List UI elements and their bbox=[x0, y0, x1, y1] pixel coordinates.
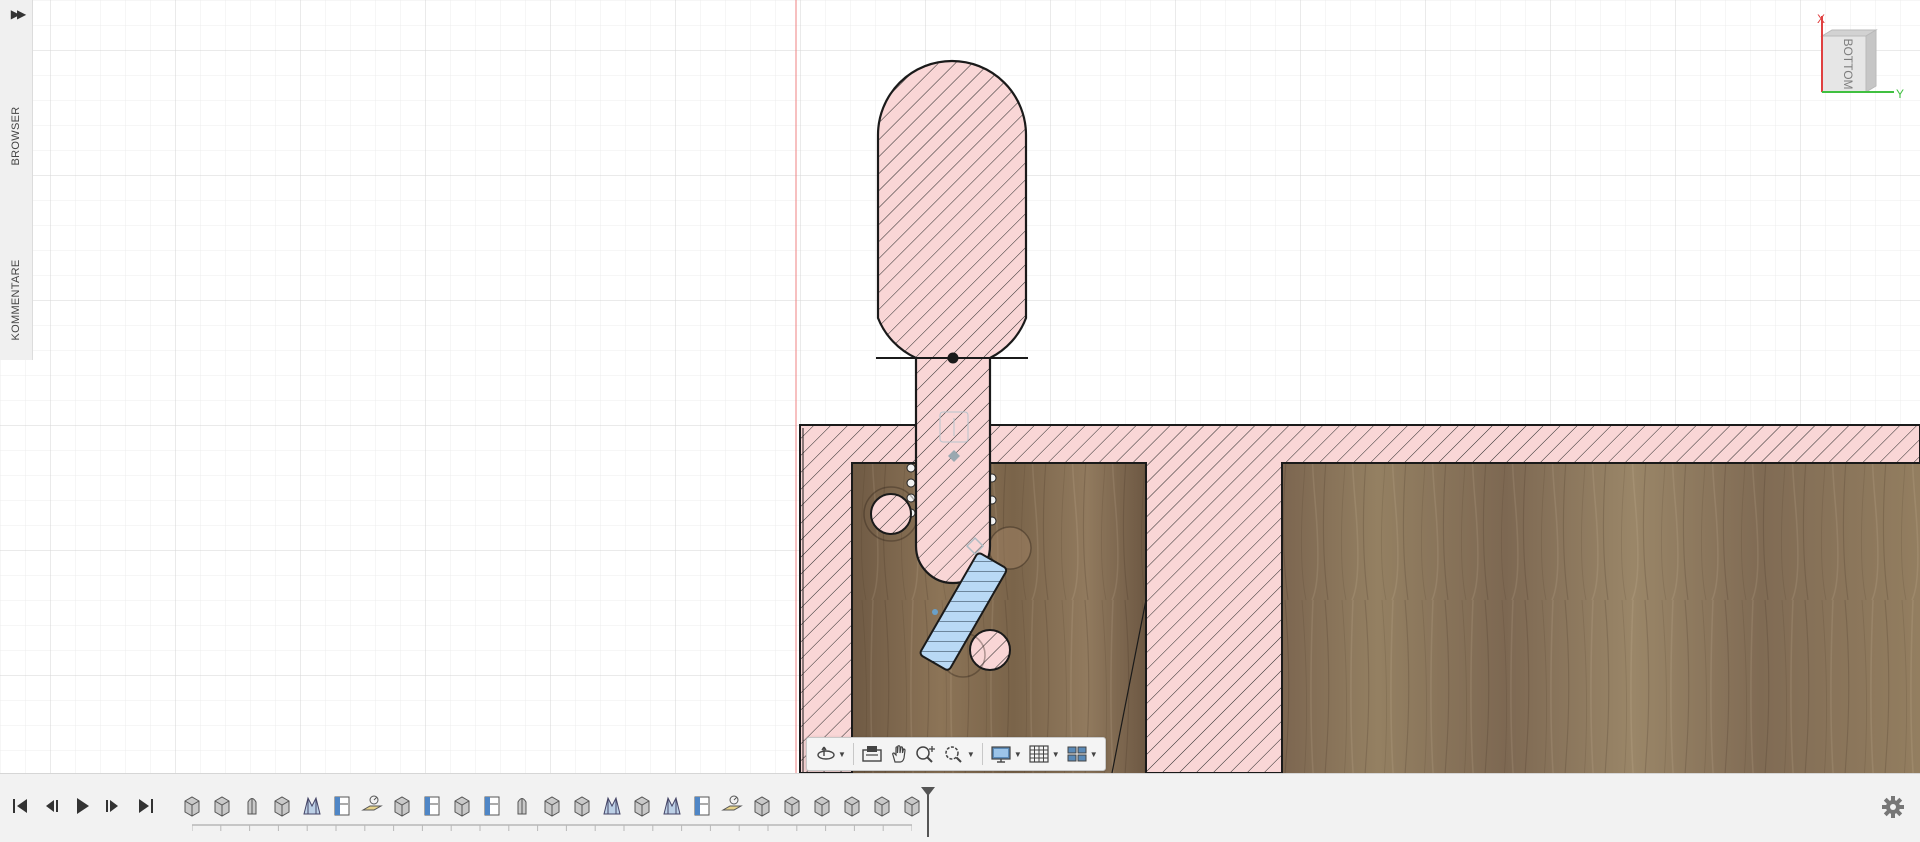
timeline-feature-extrude-icon[interactable] bbox=[630, 792, 654, 820]
zoom-window-button[interactable]: ▼ bbox=[940, 741, 978, 767]
timeline-feature-revolve-icon[interactable] bbox=[510, 792, 534, 820]
viewports-icon bbox=[1067, 746, 1087, 762]
timeline-feature-loft-icon[interactable] bbox=[300, 792, 324, 820]
timeline-feature-extrude-icon[interactable] bbox=[390, 792, 414, 820]
timeline-feature-extrude-icon[interactable] bbox=[840, 792, 864, 820]
step-forward-icon[interactable] bbox=[100, 794, 124, 818]
timeline-feature-extrude-icon[interactable] bbox=[450, 792, 474, 820]
timeline-feature-extrude-icon[interactable] bbox=[210, 792, 234, 820]
timeline-feature-extrude-icon[interactable] bbox=[810, 792, 834, 820]
timeline-feature-sketch-icon[interactable] bbox=[420, 792, 444, 820]
side-panel: ▶▶ BROWSER KOMMENTARE bbox=[0, 0, 33, 360]
timeline-feature-offset-plane-icon[interactable] bbox=[720, 792, 744, 820]
timeline-feature-extrude-icon[interactable] bbox=[750, 792, 774, 820]
play-icon[interactable] bbox=[70, 794, 94, 818]
timeline-feature-sketch-icon[interactable] bbox=[480, 792, 504, 820]
skip-to-end-icon[interactable] bbox=[134, 794, 158, 818]
pan-hand-icon bbox=[891, 745, 906, 763]
timeline-feature-extrude-icon[interactable] bbox=[870, 792, 894, 820]
grid-settings-button[interactable]: ▼ bbox=[1025, 741, 1063, 767]
timeline-track bbox=[192, 824, 912, 831]
gear-icon[interactable] bbox=[1880, 794, 1906, 820]
timeline-feature-revolve-icon[interactable] bbox=[240, 792, 264, 820]
comments-tab[interactable]: KOMMENTARE bbox=[10, 259, 22, 340]
boss-lower bbox=[969, 629, 1011, 671]
display-settings-button[interactable]: ▼ bbox=[987, 741, 1025, 767]
timeline-feature-extrude-icon[interactable] bbox=[780, 792, 804, 820]
step-back-icon[interactable] bbox=[40, 794, 64, 818]
axis-x-label: X bbox=[1817, 12, 1825, 26]
timeline-feature-sketch-icon[interactable] bbox=[330, 792, 354, 820]
navigation-toolbar: ▼ ▼ ▼ ▼ ▼ bbox=[806, 737, 1106, 771]
zoom-window-icon bbox=[945, 746, 962, 763]
orbit-button[interactable]: ▼ bbox=[813, 741, 849, 767]
timeline-feature-loft-icon[interactable] bbox=[660, 792, 684, 820]
grid-settings-icon bbox=[1029, 745, 1049, 763]
timeline-feature-extrude-icon[interactable] bbox=[540, 792, 564, 820]
look-at-icon bbox=[862, 746, 882, 762]
browser-tab[interactable]: BROWSER bbox=[10, 107, 22, 166]
timeline-bar bbox=[0, 773, 1920, 842]
display-settings-icon bbox=[991, 746, 1011, 763]
timeline-marker[interactable] bbox=[921, 787, 935, 837]
view-cube[interactable]: BOTTOM X Y bbox=[1812, 8, 1912, 108]
timeline-feature-offset-plane-icon[interactable] bbox=[360, 792, 384, 820]
pan-button[interactable] bbox=[886, 741, 912, 767]
timeline-feature-sketch-icon[interactable] bbox=[690, 792, 714, 820]
orbit-icon bbox=[817, 746, 835, 760]
timeline-feature-extrude-icon[interactable] bbox=[570, 792, 594, 820]
axis-y-label: Y bbox=[1896, 87, 1904, 101]
timeline-feature-extrude-icon[interactable] bbox=[180, 792, 204, 820]
skip-to-start-icon[interactable] bbox=[8, 794, 32, 818]
look-at-button[interactable] bbox=[858, 741, 886, 767]
canvas-viewport[interactable]: ▶▶ BROWSER KOMMENTARE BOTTOM X Y ▼ ▼ ▼ ▼… bbox=[0, 0, 1920, 773]
view-cube-face-label[interactable]: BOTTOM bbox=[1841, 38, 1855, 89]
viewports-button[interactable]: ▼ bbox=[1063, 741, 1101, 767]
timeline-feature-loft-icon[interactable] bbox=[600, 792, 624, 820]
double-chevron-right-icon[interactable]: ▶▶ bbox=[7, 4, 27, 24]
timeline-feature-extrude-icon[interactable] bbox=[270, 792, 294, 820]
model-scene[interactable] bbox=[0, 0, 1920, 773]
boss-left bbox=[870, 493, 912, 535]
zoom-button[interactable] bbox=[912, 741, 940, 767]
zoom-icon bbox=[916, 746, 935, 763]
